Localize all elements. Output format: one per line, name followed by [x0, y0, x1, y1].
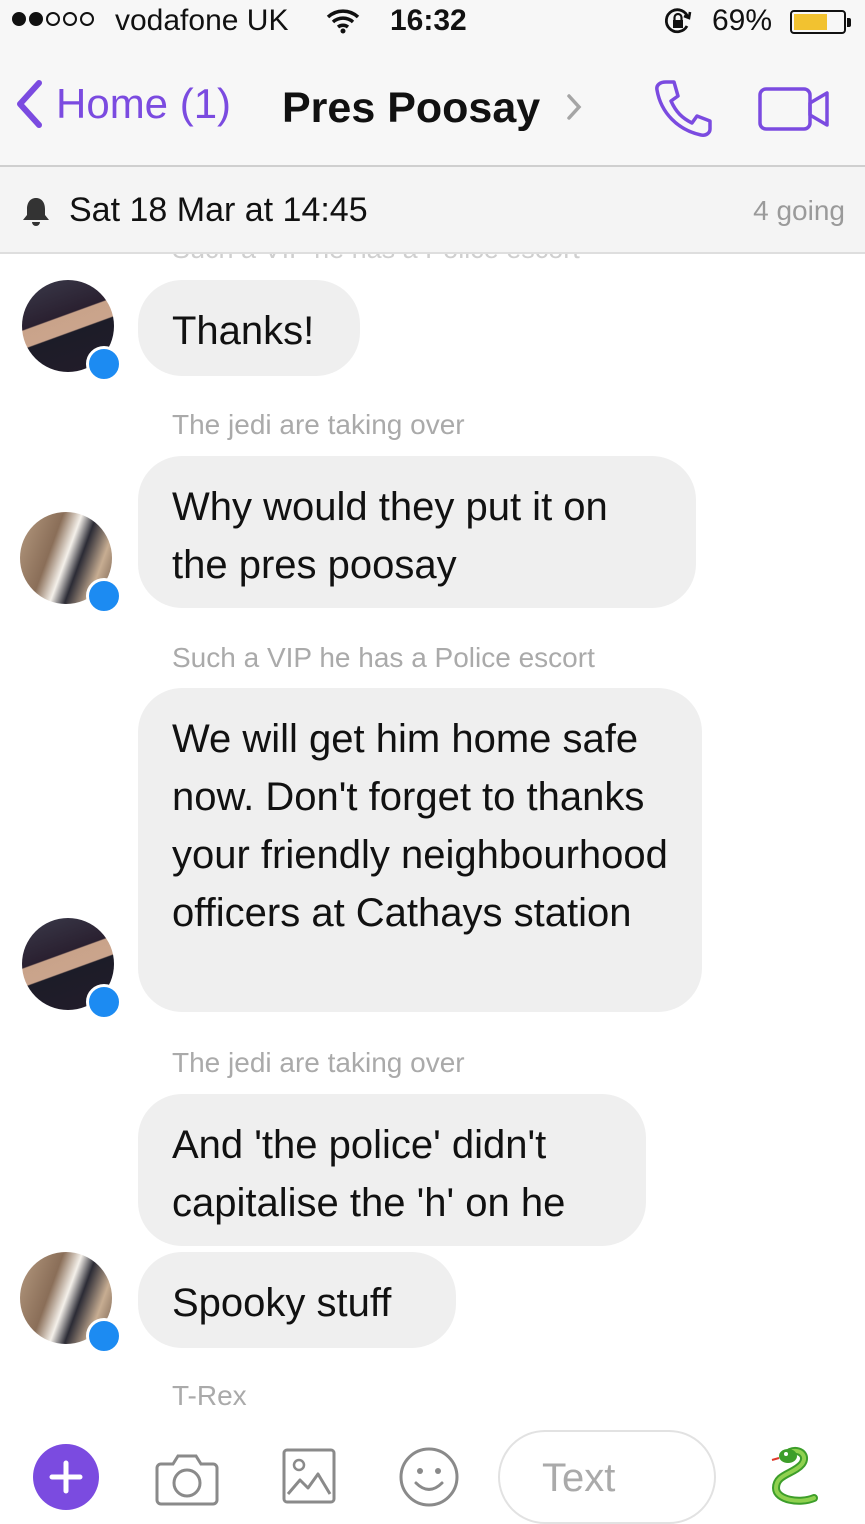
- message-text: And 'the police' didn't capitalise the '…: [172, 1123, 566, 1225]
- messenger-badge-icon: [86, 1318, 122, 1354]
- carrier-name: vodafone UK: [115, 4, 289, 37]
- bell-icon: [20, 195, 52, 232]
- going-count[interactable]: 4 going: [753, 195, 845, 227]
- clock: 16:32: [390, 4, 467, 37]
- message-text: Why would they put it on the pres poosay: [172, 485, 608, 587]
- message-bubble[interactable]: And 'the police' didn't capitalise the '…: [138, 1094, 646, 1246]
- sender-caption: Such a VIP he has a Police escort: [172, 254, 580, 265]
- message-input[interactable]: Text: [498, 1430, 716, 1524]
- rotation-lock-icon: [662, 6, 694, 41]
- image-gallery-icon[interactable]: [282, 1448, 336, 1509]
- messenger-badge-icon: [86, 984, 122, 1020]
- message-bubble[interactable]: We will get him home safe now. Don't for…: [138, 688, 702, 1012]
- message-bubble[interactable]: Thanks!: [138, 280, 360, 376]
- phone-call-icon[interactable]: [652, 78, 714, 143]
- wifi-icon: [326, 8, 360, 39]
- plus-icon[interactable]: [33, 1444, 99, 1510]
- event-reminder-banner[interactable]: Sat 18 Mar at 14:45 4 going: [0, 167, 865, 254]
- battery-icon: [790, 10, 851, 34]
- chevron-left-icon: [17, 80, 42, 128]
- sender-caption: The jedi are taking over: [172, 409, 465, 440]
- signal-strength-icon: [12, 12, 94, 26]
- message-text: Spooky stuff: [172, 1281, 392, 1325]
- video-call-icon[interactable]: [758, 86, 830, 137]
- snake-sticker-icon[interactable]: [764, 1444, 824, 1515]
- chevron-right-icon[interactable]: [565, 92, 583, 127]
- emoji-icon[interactable]: [398, 1446, 460, 1513]
- message-list[interactable]: Such a VIP he has a Police escort Thanks…: [0, 254, 865, 1430]
- messenger-badge-icon: [86, 346, 122, 382]
- back-label: Home (1): [56, 80, 232, 127]
- sender-caption: T-Rex: [172, 1380, 247, 1411]
- sender-caption: Such a VIP he has a Police escort: [172, 642, 595, 673]
- message-bubble[interactable]: Why would they put it on the pres poosay: [138, 456, 696, 608]
- message-bubble[interactable]: Spooky stuff: [138, 1252, 456, 1348]
- sender-caption: The jedi are taking over: [172, 1047, 465, 1078]
- message-composer: Text: [0, 1430, 865, 1524]
- camera-icon[interactable]: [155, 1450, 219, 1511]
- battery-percent: 69%: [712, 4, 773, 37]
- back-button[interactable]: Home (1): [14, 79, 231, 129]
- navigation-bar: Home (1) Pres Poosay: [0, 44, 865, 167]
- messenger-badge-icon: [86, 578, 122, 614]
- message-text: Thanks!: [172, 309, 315, 353]
- event-date: Sat 18 Mar at 14:45: [69, 191, 368, 229]
- status-bar: vodafone UK 16:32 69%: [0, 0, 865, 44]
- conversation-title[interactable]: Pres Poosay: [282, 84, 540, 133]
- message-text: We will get him home safe now. Don't for…: [172, 717, 668, 935]
